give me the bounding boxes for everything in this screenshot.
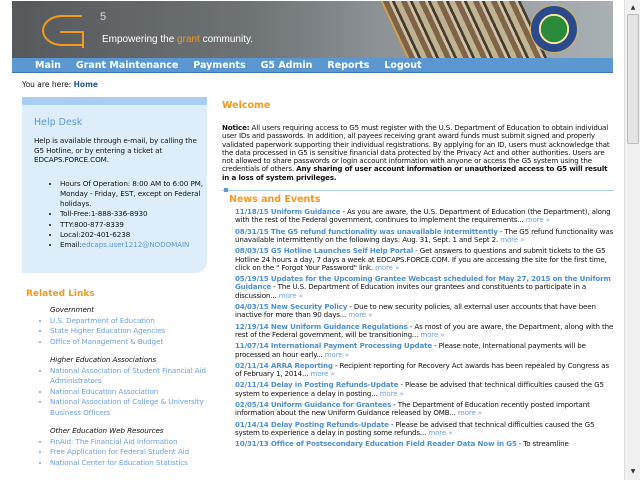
breadcrumb-home[interactable]: Home [74,80,98,89]
department-seal-icon [530,5,578,53]
link-group-title: Other Education Web Resources [50,426,164,435]
news-title-link[interactable]: 10/31/13 Office of Postsecondary Educati… [235,439,517,448]
nav-reports[interactable]: Reports [327,58,369,72]
help-tty: TTY:800-877-8339 [60,220,207,230]
link-group: Government U.S. Department of EducationSt… [26,305,216,347]
news-title: News and Events [229,194,321,206]
related-link[interactable]: National Association of College & Univer… [50,397,216,418]
more-link[interactable]: more » [526,215,550,224]
help-desk-panel: Help Desk Help is available through e-ma… [22,97,207,273]
more-link[interactable]: more » [279,291,303,300]
news-item: 08/03/15 G5 Hotline Launches Self Help P… [235,247,614,272]
tagline-highlight: grant [177,34,200,45]
nav-grant-maintenance[interactable]: Grant Maintenance [76,58,178,72]
scrollbar-thumb[interactable] [627,14,639,144]
related-link[interactable]: Free Application for Federal Student Aid [50,447,216,458]
help-desk-title: Help Desk [34,117,83,128]
banner: 5 Empowering the grant community. [12,1,613,58]
nav-g5-admin[interactable]: G5 Admin [261,58,313,72]
welcome-title: Welcome [222,100,271,111]
link-group-title: Higher Education Associations [50,355,157,364]
help-intro: Help is available through e-mail, by cal… [34,136,197,164]
scroll-down-icon[interactable]: ▼ [627,466,639,478]
more-link[interactable]: more » [420,330,444,339]
link-group: Other Education Web Resources FinAid: The… [26,426,216,468]
news-item: 11/18/15 Uniform Guidance - As you are a… [235,207,614,225]
news-item: 02/11/14 ARRA Reporting - Recipient repo… [235,361,614,379]
page: 5 Empowering the grant community. Main G… [0,0,624,480]
help-hours: Hours Of Operation: 8:00 AM to 6:00 PM, … [60,179,207,210]
notice: Notice: All users requiring access to G5… [222,123,614,182]
related-link[interactable]: National Center for Education Statistics [50,458,216,469]
vertical-scrollbar[interactable]: ▲ ▼ [624,0,640,480]
email-link[interactable]: edcaps.user1212@NODOMAIN [82,240,190,249]
help-email: Email:edcaps.user1212@NODOMAIN [60,240,207,250]
news-item: 10/31/13 Office of Postsecondary Educati… [235,440,614,448]
news-item: 05/19/15 Updates for the Upcoming Grante… [235,274,614,300]
help-local: Local:202-401-6238 [60,230,207,240]
related-link[interactable]: Office of Management & Budget [50,337,216,348]
breadcrumb-label: You are here: [22,80,74,89]
related-link[interactable]: National Association of Student Financia… [50,366,216,387]
g5-logo [42,15,84,48]
nav-logout[interactable]: Logout [384,58,421,72]
tagline-pre: Empowering the [102,34,178,45]
nav-payments[interactable]: Payments [193,58,245,72]
news-item: 11/07/14 International Payment Processin… [235,342,614,359]
news-summary: - To streamline [516,439,569,449]
news-item: 02/05/14 Uniform Guidance for Grantees -… [235,400,614,418]
tagline-post: community. [199,34,254,45]
link-group-title: Government [50,305,94,314]
related-links-title: Related Links [26,289,95,299]
main-nav: Main Grant Maintenance Payments G5 Admin… [12,58,613,73]
related-link[interactable]: State Higher Education Agencies [50,326,216,337]
news-item: 04/03/15 New Security Policy - Due to ne… [235,302,614,320]
logo-superscript: 5 [100,11,107,23]
nav-main[interactable]: Main [35,58,61,72]
email-label: Email: [60,240,82,250]
more-link[interactable]: more » [375,263,399,272]
more-link[interactable]: more » [310,369,334,378]
news-item: 08/31/15 The G5 refund functionality was… [235,227,614,245]
more-link[interactable]: more » [428,428,452,437]
more-link[interactable]: more » [380,389,404,398]
news-list: 11/18/15 Uniform Guidance - As you are a… [222,207,614,448]
related-link[interactable]: National Education Association [50,387,216,398]
related-link-groups: Government U.S. Department of EducationSt… [26,305,216,468]
related-link[interactable]: FinAid: The Financial Aid Information [50,437,216,448]
scroll-up-icon[interactable]: ▲ [627,2,639,14]
more-link[interactable]: more » [348,310,372,319]
main-content: Welcome Notice: All users requiring acce… [222,100,614,449]
breadcrumb: You are here: Home [22,80,98,89]
news-item: 01/14/14 Delay Posting Refunds-Update - … [235,420,614,438]
link-group: Higher Education Associations National As… [26,355,216,418]
related-link[interactable]: U.S. Department of Education [50,316,216,327]
related-links: Related Links Government U.S. Department … [26,289,216,476]
news-item: 12/19/14 New Uniform Guidance Regulation… [235,322,614,340]
section-divider [222,188,614,193]
more-link[interactable]: more » [500,235,524,244]
help-toll-free: Toll-Free:1-888-336-8930 [60,209,207,219]
tagline: Empowering the grant community. [102,34,253,45]
more-link[interactable]: more » [325,350,349,359]
more-link[interactable]: more » [458,408,482,417]
news-item: 02/11/14 Delay in Posting Refunds-Update… [235,381,614,398]
